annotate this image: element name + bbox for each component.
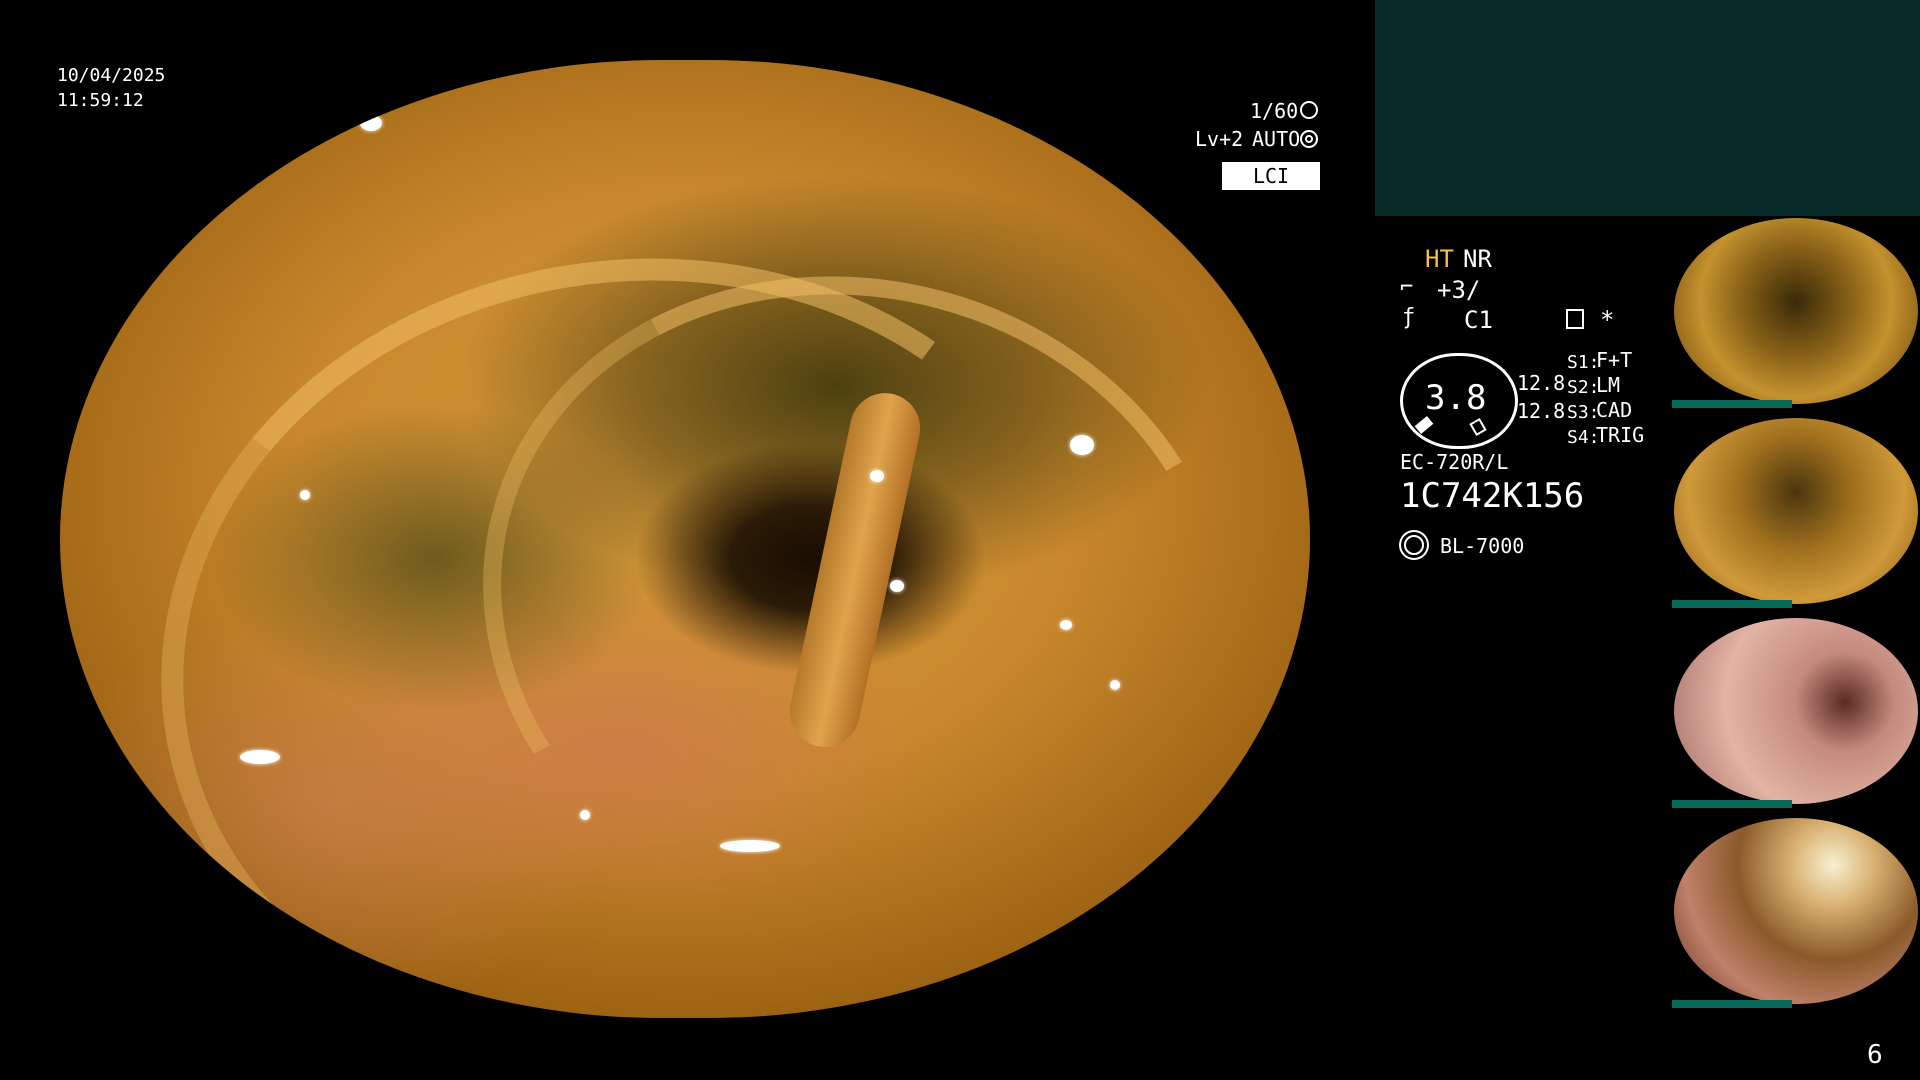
thumbnail-image: [1674, 418, 1918, 604]
thumbnail-2[interactable]: [1672, 416, 1920, 608]
light-reflection: [870, 470, 884, 482]
thumbnail-bar: [1672, 800, 1792, 808]
switch-2-value: LM: [1596, 373, 1621, 397]
thumbnail-3[interactable]: [1672, 616, 1920, 808]
date-label: 10/04/2025: [57, 65, 166, 86]
light-reflection: [1110, 680, 1120, 690]
thumbnail-image: [1674, 618, 1918, 804]
light-source: BL-7000: [1440, 534, 1525, 558]
light-reflection: [720, 840, 780, 852]
gauge-side-bottom: 12.8: [1517, 399, 1566, 423]
shutter-speed: 1/60: [1250, 99, 1299, 123]
switch-4-key: S4:: [1567, 427, 1600, 448]
switch-4-value: TRIG: [1596, 423, 1645, 447]
image-counter: 6: [1867, 1040, 1883, 1070]
nr-indicator: NR: [1463, 245, 1492, 273]
color-icon: ƒ: [1402, 305, 1416, 330]
imaging-mode-badge: LCI: [1222, 162, 1320, 190]
aperture-icon: [1300, 101, 1318, 119]
exposure-mode: AUTO: [1252, 127, 1301, 151]
light-reflection: [300, 490, 310, 500]
iris-icon: [1300, 130, 1318, 148]
enhance-value: +3/: [1437, 276, 1481, 304]
memo-icon: [1566, 309, 1584, 329]
light-reflection: [890, 580, 904, 592]
light-reflection: [1090, 150, 1108, 164]
color-mode: C1: [1464, 306, 1493, 334]
switch-2-key: S2:: [1567, 377, 1600, 398]
enhance-icon: ⌐: [1400, 275, 1414, 300]
gauge-side-top: 12.8: [1517, 371, 1566, 395]
gauge-value: 3.8: [1425, 378, 1487, 418]
thumbnail-image: [1674, 818, 1918, 1004]
ht-indicator: HT: [1425, 245, 1454, 273]
switch-1-key: S1:: [1567, 352, 1600, 373]
thumbnail-bar: [1672, 400, 1792, 408]
time-label: 11:59:12: [57, 90, 144, 111]
thumbnail-4[interactable]: [1672, 816, 1920, 1008]
thumbnail-bar: [1672, 600, 1792, 608]
light-reflection: [1070, 435, 1094, 455]
thumbnail-bar: [1672, 1000, 1792, 1008]
light-source-icon: [1404, 535, 1424, 555]
thumbnail-image: [1674, 218, 1918, 404]
info-panel: [1375, 0, 1920, 216]
thumbnail-1[interactable]: [1672, 216, 1920, 408]
light-reflection: [240, 750, 280, 764]
light-reflection: [580, 810, 590, 820]
exposure-level: Lv+2: [1195, 127, 1244, 151]
scope-serial: 1C742K156: [1400, 476, 1585, 516]
light-reflection: [360, 115, 382, 131]
scope-model: EC-720R/L: [1400, 450, 1509, 474]
endoscopic-view: [60, 60, 1310, 1018]
switch-3-key: S3:: [1567, 402, 1600, 423]
switch-1-value: F+T: [1596, 348, 1633, 372]
switch-3-value: CAD: [1596, 398, 1633, 422]
star-indicator: *: [1600, 306, 1615, 334]
light-reflection: [1060, 620, 1072, 630]
